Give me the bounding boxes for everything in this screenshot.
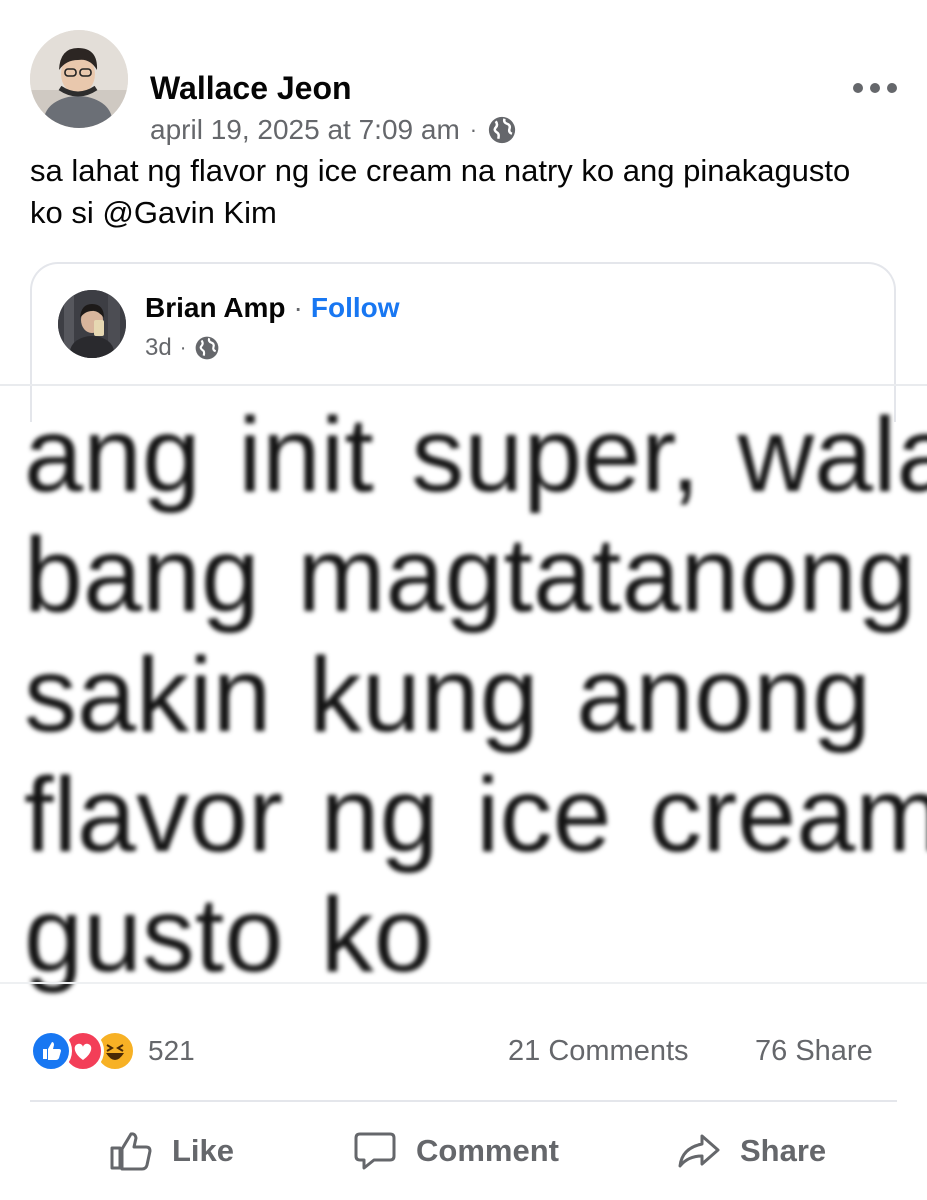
reaction-count: 521	[148, 1035, 195, 1066]
globe-icon	[488, 116, 516, 144]
like-button[interactable]: Like	[108, 1118, 234, 1184]
shared-author-avatar[interactable]	[58, 290, 126, 358]
shared-name-row: Brian Amp · Follow	[145, 292, 400, 324]
reactions-summary[interactable]: 521	[30, 1030, 195, 1072]
facebook-post: Wallace Jeon april 19, 2025 at 7:09 am ·…	[0, 0, 927, 1200]
avatar-photo	[30, 30, 128, 128]
thumbs-up-icon	[110, 1132, 152, 1171]
post-meta: april 19, 2025 at 7:09 am ·	[150, 114, 517, 146]
globe-icon	[196, 336, 219, 360]
shared-meta-separator: ·	[179, 336, 187, 359]
shared-meta: 3d ·	[145, 334, 220, 362]
more-options-icon[interactable]	[853, 78, 897, 98]
post-text: sa lahat ng flavor ng ice cream na natry…	[30, 153, 851, 230]
author-avatar[interactable]	[30, 30, 128, 128]
comment-button[interactable]: Comment	[352, 1118, 559, 1184]
image-text-line: bang magtatanong	[24, 516, 917, 634]
actions-divider	[30, 1100, 897, 1102]
comments-count[interactable]: 21 Comments	[508, 1035, 689, 1068]
shared-avatar-photo	[58, 290, 126, 358]
like-label: Like	[172, 1133, 235, 1168]
image-text-line: ang init super, wala	[24, 396, 927, 514]
shared-image[interactable]: ang init super, wala bang magtatanong sa…	[24, 395, 927, 995]
image-bottom-divider	[0, 982, 927, 984]
like-react-icon	[30, 1030, 72, 1072]
action-bar: Like Comment Share	[0, 1118, 927, 1184]
follow-button[interactable]: Follow	[311, 292, 400, 324]
post-header: Wallace Jeon april 19, 2025 at 7:09 am ·	[30, 30, 897, 145]
shares-count[interactable]: 76 Share	[755, 1035, 873, 1068]
share-arrow-icon	[678, 1134, 720, 1168]
name-separator: ·	[293, 292, 303, 323]
share-label: Share	[740, 1133, 827, 1168]
share-button[interactable]: Share	[676, 1118, 826, 1184]
post-timestamp[interactable]: april 19, 2025 at 7:09 am	[150, 114, 460, 146]
image-text-line: flavor ng ice cream	[24, 756, 927, 874]
shared-author-name[interactable]: Brian Amp	[145, 292, 286, 324]
image-text-line: sakin kung anong	[24, 636, 871, 754]
shared-time[interactable]: 3d	[145, 334, 172, 362]
image-text-line: gusto ko	[24, 876, 433, 994]
comment-bubble-icon	[354, 1132, 396, 1170]
image-top-divider	[0, 384, 927, 386]
comment-label: Comment	[416, 1133, 559, 1168]
author-name[interactable]: Wallace Jeon	[150, 70, 352, 107]
meta-separator: ·	[469, 117, 478, 142]
